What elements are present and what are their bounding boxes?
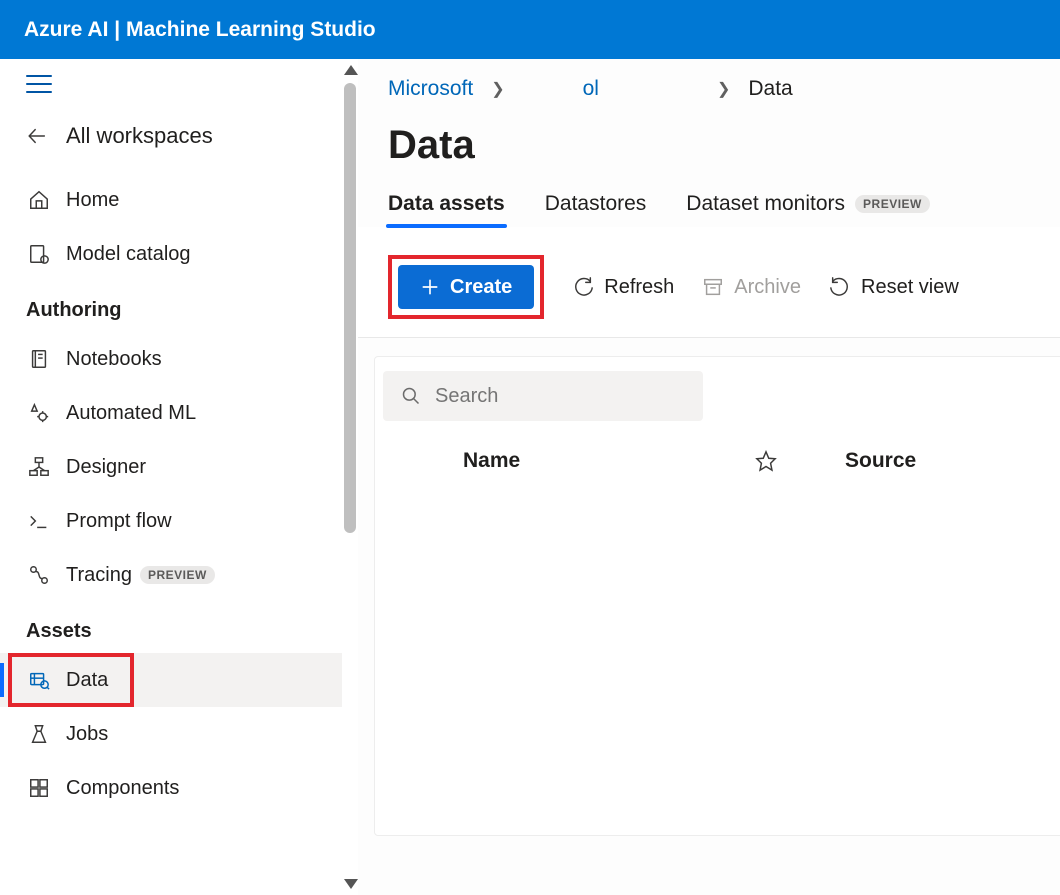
designer-icon [26,456,52,478]
components-icon [26,777,52,799]
sidebar-item-label: Designer [66,456,146,479]
tracing-icon [26,564,52,586]
archive-icon [702,276,724,298]
all-workspaces-label: All workspaces [66,123,213,149]
search-icon [401,386,421,406]
sidebar-item-data[interactable]: Data [0,653,342,707]
sidebar-scrollbar[interactable] [342,59,358,895]
reset-icon [829,276,851,298]
menu-toggle-icon[interactable] [26,75,52,93]
plus-icon [420,277,440,297]
sidebar-item-label: Model catalog [66,243,191,266]
catalog-icon [26,243,52,265]
chevron-right-icon: ❯ [491,79,504,99]
reset-view-label: Reset view [861,276,959,299]
data-icon [26,669,52,691]
sidebar-item-tracing[interactable]: Tracing PREVIEW [0,548,342,602]
tab-dataset-monitors[interactable]: Dataset monitors PREVIEW [686,192,930,226]
app-header: Azure AI | Machine Learning Studio [0,0,1060,59]
table-header: Name Source [375,421,1060,483]
sidebar-item-label: Prompt flow [66,510,172,533]
home-icon [26,189,52,211]
sidebar-item-home[interactable]: Home [0,173,342,227]
refresh-label: Refresh [604,276,674,299]
breadcrumb-link[interactable]: Microsoft [388,77,473,101]
sidebar-item-label: Data [66,669,108,692]
preview-badge: PREVIEW [140,566,215,584]
sidebar-section-assets: Assets [0,602,342,653]
app-title: Azure AI | Machine Learning Studio [24,18,376,42]
jobs-icon [26,723,52,745]
column-header-source[interactable]: Source [835,449,916,473]
sidebar-item-label: Components [66,777,179,800]
sidebar-section-authoring: Authoring [0,281,342,332]
sidebar-item-label: Automated ML [66,402,196,425]
page-title: Data [358,113,1060,192]
column-header-name[interactable]: Name [375,449,755,473]
sidebar-item-label: Tracing [66,564,132,587]
sidebar-item-jobs[interactable]: Jobs [0,707,342,761]
tab-label: Dataset monitors [686,192,845,216]
sidebar-item-designer[interactable]: Designer [0,440,342,494]
chevron-right-icon: ❯ [717,79,730,99]
create-button-label: Create [450,276,512,299]
tab-bar: Data assets Datastores Dataset monitors … [358,192,1060,227]
sidebar-item-label: Notebooks [66,348,162,371]
sidebar-item-automated-ml[interactable]: Automated ML [0,386,342,440]
main-content: Microsoft ❯ ol ❯ Data Data Data assets D… [358,59,1060,895]
notebook-icon [26,348,52,370]
sidebar-item-components[interactable]: Components [0,761,342,815]
create-button[interactable]: Create [398,265,534,309]
tab-label: Data assets [388,192,505,216]
sidebar-item-model-catalog[interactable]: Model catalog [0,227,342,281]
scrollbar-up-icon[interactable] [344,65,358,75]
tab-label: Datastores [545,192,647,216]
tab-data-assets[interactable]: Data assets [388,192,505,226]
sidebar-item-prompt-flow[interactable]: Prompt flow [0,494,342,548]
sidebar: All workspaces Home Model catalog Author… [0,59,342,895]
refresh-icon [572,276,594,298]
breadcrumb: Microsoft ❯ ol ❯ Data [358,59,1060,113]
data-panel: Name Source [374,356,1060,836]
sidebar-item-label: Jobs [66,723,108,746]
scrollbar-thumb[interactable] [344,83,356,533]
search-input[interactable] [435,385,700,408]
breadcrumb-link[interactable]: ol [583,77,599,101]
breadcrumb-current: Data [748,77,792,101]
reset-view-button[interactable]: Reset view [829,276,959,299]
archive-label: Archive [734,276,801,299]
scrollbar-down-icon[interactable] [344,879,358,889]
preview-badge: PREVIEW [855,195,930,213]
sidebar-item-label: Home [66,189,119,212]
search-field[interactable] [383,371,703,421]
automl-icon [26,402,52,424]
sidebar-item-notebooks[interactable]: Notebooks [0,332,342,386]
star-icon [755,450,777,472]
tab-datastores[interactable]: Datastores [545,192,647,226]
annotation-highlight-box: Create [388,255,544,319]
arrow-left-icon [26,125,52,147]
refresh-button[interactable]: Refresh [572,276,674,299]
all-workspaces-link[interactable]: All workspaces [0,109,342,163]
prompt-flow-icon [26,510,52,532]
archive-button: Archive [702,276,801,299]
toolbar: Create Refresh Archive Reset view [358,227,1060,338]
column-header-favorite[interactable] [755,450,835,472]
